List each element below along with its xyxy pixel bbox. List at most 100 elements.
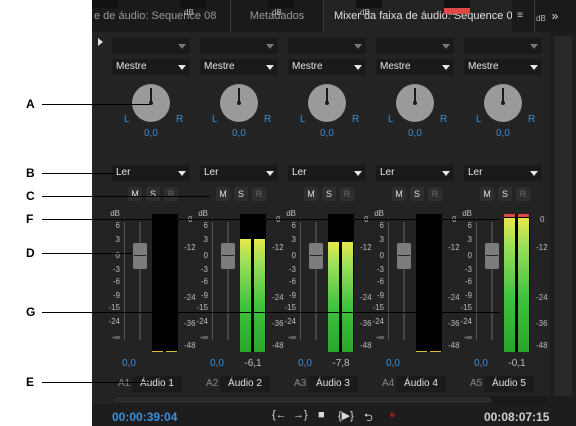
pan-value[interactable]: 0,0 — [484, 128, 522, 139]
volume-value[interactable]: 0,0 — [474, 358, 496, 369]
pan-value[interactable]: 0,0 — [308, 128, 346, 139]
pan-value[interactable]: 0,0 — [132, 128, 170, 139]
automation-mode-dropdown[interactable]: Ler — [464, 165, 542, 181]
solo-button[interactable]: S — [234, 187, 248, 201]
automation-mode-dropdown[interactable]: Ler — [112, 165, 190, 181]
solo-button[interactable]: S — [322, 187, 336, 201]
track-name-field[interactable]: Áudio 2 — [220, 376, 270, 392]
loop-icon[interactable]: ⮌ — [364, 409, 373, 426]
output-dropdown[interactable]: Mestre — [200, 59, 278, 75]
go-to-in-point-icon[interactable]: {← — [272, 409, 287, 421]
record-icon[interactable]: ● — [389, 409, 396, 421]
meter-scale-label: -48 — [536, 341, 548, 350]
automation-mode-dropdown[interactable]: Ler — [200, 165, 278, 181]
mute-button[interactable]: M — [304, 187, 318, 201]
volume-value[interactable]: 0,0 — [122, 358, 144, 369]
callout-label: G — [26, 305, 36, 319]
pan-knob[interactable] — [396, 84, 434, 122]
fader-thumb-line — [134, 255, 146, 256]
callout-label: D — [26, 246, 35, 260]
level-meter — [240, 214, 266, 352]
mute-button[interactable]: M — [480, 187, 494, 201]
record-enable-button[interactable]: R — [252, 187, 266, 201]
fader-thumb-line — [310, 255, 322, 256]
volume-value[interactable]: 0,0 — [386, 358, 408, 369]
output-label: Mestre — [204, 61, 235, 72]
track-name-field[interactable]: Áudio 4 — [396, 376, 446, 392]
callout-line — [42, 173, 116, 174]
stop-icon[interactable]: ■ — [318, 409, 325, 421]
meter-channel-right — [430, 214, 441, 352]
fader-scale-label: -3 — [376, 265, 384, 274]
output-dropdown[interactable]: Mestre — [464, 59, 542, 75]
input-dropdown[interactable] — [376, 38, 454, 54]
scrollbar-thumb[interactable] — [112, 397, 492, 403]
pan-knob[interactable] — [484, 84, 522, 122]
pan-knob[interactable] — [132, 84, 170, 122]
volume-fader-track — [315, 222, 317, 340]
record-enable-button[interactable]: R — [340, 187, 354, 201]
solo-button[interactable]: S — [146, 187, 160, 201]
fader-scale-label: 3 — [291, 235, 296, 244]
fader-scale-label: 0 — [379, 251, 384, 260]
volume-fader[interactable] — [309, 243, 323, 269]
mute-button[interactable]: M — [216, 187, 230, 201]
meter-floor — [430, 351, 441, 352]
input-dropdown[interactable] — [200, 38, 278, 54]
track-strip: MestreLR0,0LerMSRdB630-3-6-9-15-24-∞0-12… — [356, 0, 460, 396]
track-strip: MestreLR0,0LerMSRdB630-3-6-9-15-24-∞0-12… — [180, 0, 284, 396]
volume-fader[interactable] — [133, 243, 147, 269]
fader-scale-label: -9 — [288, 291, 296, 300]
solo-button[interactable]: S — [498, 187, 512, 201]
peak-value: -6,1 — [244, 358, 262, 369]
automation-mode-dropdown[interactable]: Ler — [288, 165, 366, 181]
input-dropdown[interactable] — [288, 38, 366, 54]
output-dropdown[interactable]: Mestre — [376, 59, 454, 75]
input-dropdown[interactable] — [464, 38, 542, 54]
record-enable-button[interactable]: R — [516, 187, 530, 201]
pan-value[interactable]: 0,0 — [396, 128, 434, 139]
fader-scale-label: -∞ — [287, 333, 296, 342]
mute-button[interactable]: M — [392, 187, 406, 201]
output-dropdown[interactable]: Mestre — [288, 59, 366, 75]
callout-label: C — [26, 189, 35, 203]
vertical-scrollbar[interactable] — [550, 32, 576, 404]
volume-fader[interactable] — [485, 243, 499, 269]
fader-scale-ticks — [388, 222, 395, 340]
record-enable-button[interactable]: R — [428, 187, 442, 201]
track-name-field[interactable]: Áudio 1 — [132, 376, 182, 392]
horizontal-scrollbar[interactable] — [112, 396, 550, 404]
pan-knob[interactable] — [220, 84, 258, 122]
pan-value[interactable]: 0,0 — [220, 128, 258, 139]
volume-value[interactable]: 0,0 — [210, 358, 232, 369]
automation-mode-dropdown[interactable]: Ler — [376, 165, 454, 181]
output-dropdown[interactable]: Mestre — [112, 59, 190, 75]
volume-value[interactable]: 0,0 — [298, 358, 320, 369]
fader-scale-label: -24 — [372, 317, 384, 326]
pan-knob[interactable] — [308, 84, 346, 122]
fader-thumb-line — [222, 255, 234, 256]
record-enable-button[interactable]: R — [164, 187, 178, 201]
track-name-field[interactable]: Áudio 5 — [484, 376, 534, 392]
peak-hold-indicator[interactable] — [444, 8, 470, 14]
meter-scale-label: 0 — [540, 215, 545, 224]
track-name-field[interactable]: Áudio 3 — [308, 376, 358, 392]
level-meter — [328, 214, 354, 352]
input-dropdown[interactable] — [112, 38, 190, 54]
solo-button[interactable]: S — [410, 187, 424, 201]
meter-channel-right — [166, 214, 177, 352]
fader-scale-label: dB — [462, 209, 472, 218]
fader-scale-label: 6 — [115, 221, 120, 230]
pan-left-label: L — [212, 114, 218, 125]
volume-fader[interactable] — [397, 243, 411, 269]
current-timecode[interactable]: 00:00:39:04 — [112, 410, 177, 424]
meter-top-cap — [444, 0, 470, 8]
meter-top-cap — [356, 0, 382, 8]
play-in-to-out-icon[interactable]: {▶} — [338, 409, 354, 422]
automation-label: Ler — [380, 167, 395, 178]
mute-button[interactable]: M — [128, 187, 142, 201]
fader-scale-label: dB — [374, 209, 384, 218]
go-to-out-point-icon[interactable]: →} — [293, 409, 308, 421]
fader-scale-label: dB — [110, 209, 120, 218]
volume-fader[interactable] — [221, 243, 235, 269]
